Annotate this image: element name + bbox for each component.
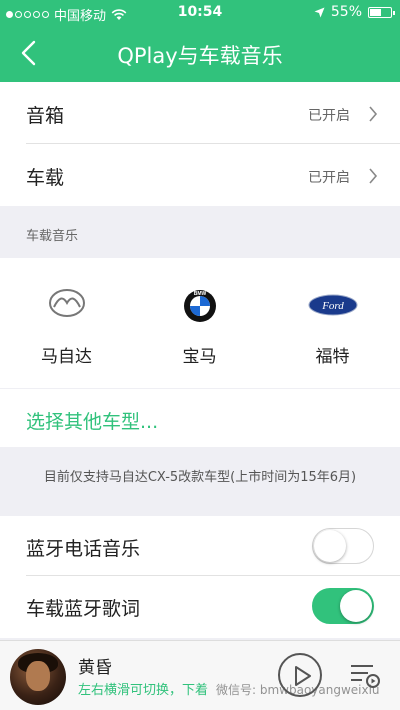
playlist-button[interactable] <box>348 657 382 691</box>
toggle-label: 蓝牙电话音乐 <box>26 538 141 560</box>
car-label: 车载 <box>26 167 65 189</box>
brand-label: 马自达 <box>41 347 92 367</box>
chevron-right-icon <box>369 168 378 184</box>
speaker-setting-row[interactable]: 音箱 已开启 <box>0 82 400 144</box>
ford-logo-icon: Ford <box>308 294 357 316</box>
status-bar: 中国移动 10:54 55% <box>0 0 400 26</box>
bluetooth-phone-music-row: 蓝牙电话音乐 <box>0 516 400 576</box>
brand-label: 宝马 <box>182 347 217 367</box>
battery-percent: 55% <box>330 4 362 20</box>
page-title: QPlay与车载音乐 <box>117 44 283 68</box>
other-models-link[interactable]: 选择其他车型... <box>26 407 158 434</box>
other-models-row[interactable]: 选择其他车型... <box>0 389 400 447</box>
car-status: 已开启 <box>308 170 350 186</box>
status-right: 55% <box>314 4 395 20</box>
brand-ford[interactable]: Ford 福特 <box>266 258 399 388</box>
toggle-knob <box>340 590 372 622</box>
bmw-logo-text: BMW <box>193 291 206 297</box>
play-icon <box>295 666 311 686</box>
album-art[interactable] <box>10 649 66 705</box>
car-brand-grid: 马自达 BMW 宝马 Ford 福特 <box>0 258 400 388</box>
speaker-label: 音箱 <box>26 105 65 127</box>
play-button[interactable] <box>278 653 322 697</box>
mini-player[interactable]: 黄昏 左右横滑可切换，下着 微信号: bmwbaoyangweixiu <box>0 640 400 710</box>
brand-bmw[interactable]: BMW 宝马 <box>133 258 266 388</box>
brand-label: 福特 <box>315 347 350 367</box>
speaker-status: 已开启 <box>308 108 350 124</box>
playlist-icon <box>351 665 380 688</box>
toggle-knob <box>314 530 346 562</box>
section-title-car-music: 车载音乐 <box>26 229 79 244</box>
chevron-right-icon <box>369 106 378 122</box>
ford-logo-text: Ford <box>321 300 344 312</box>
app-header: 中国移动 10:54 55% QPlay与车载音乐 <box>0 0 400 82</box>
support-note: 目前仅支持马自达CX-5改款车型(上市时间为15年6月) <box>43 470 357 485</box>
brand-mazda[interactable]: 马自达 <box>0 258 133 388</box>
car-setting-row[interactable]: 车载 已开启 <box>0 144 400 206</box>
bluetooth-phone-music-toggle[interactable] <box>312 528 374 564</box>
car-bluetooth-lyrics-toggle[interactable] <box>312 588 374 624</box>
battery-icon <box>368 6 395 18</box>
toggle-label: 车载蓝牙歌词 <box>26 598 141 620</box>
mazda-logo-icon <box>48 289 85 317</box>
bmw-logo-icon: BMW <box>183 290 216 322</box>
car-bluetooth-lyrics-row: 车载蓝牙歌词 <box>0 576 400 638</box>
location-arrow-icon <box>314 7 325 17</box>
swipe-hint: 左右横滑可切换，下着 <box>78 683 209 698</box>
song-title: 黄昏 <box>78 658 112 678</box>
